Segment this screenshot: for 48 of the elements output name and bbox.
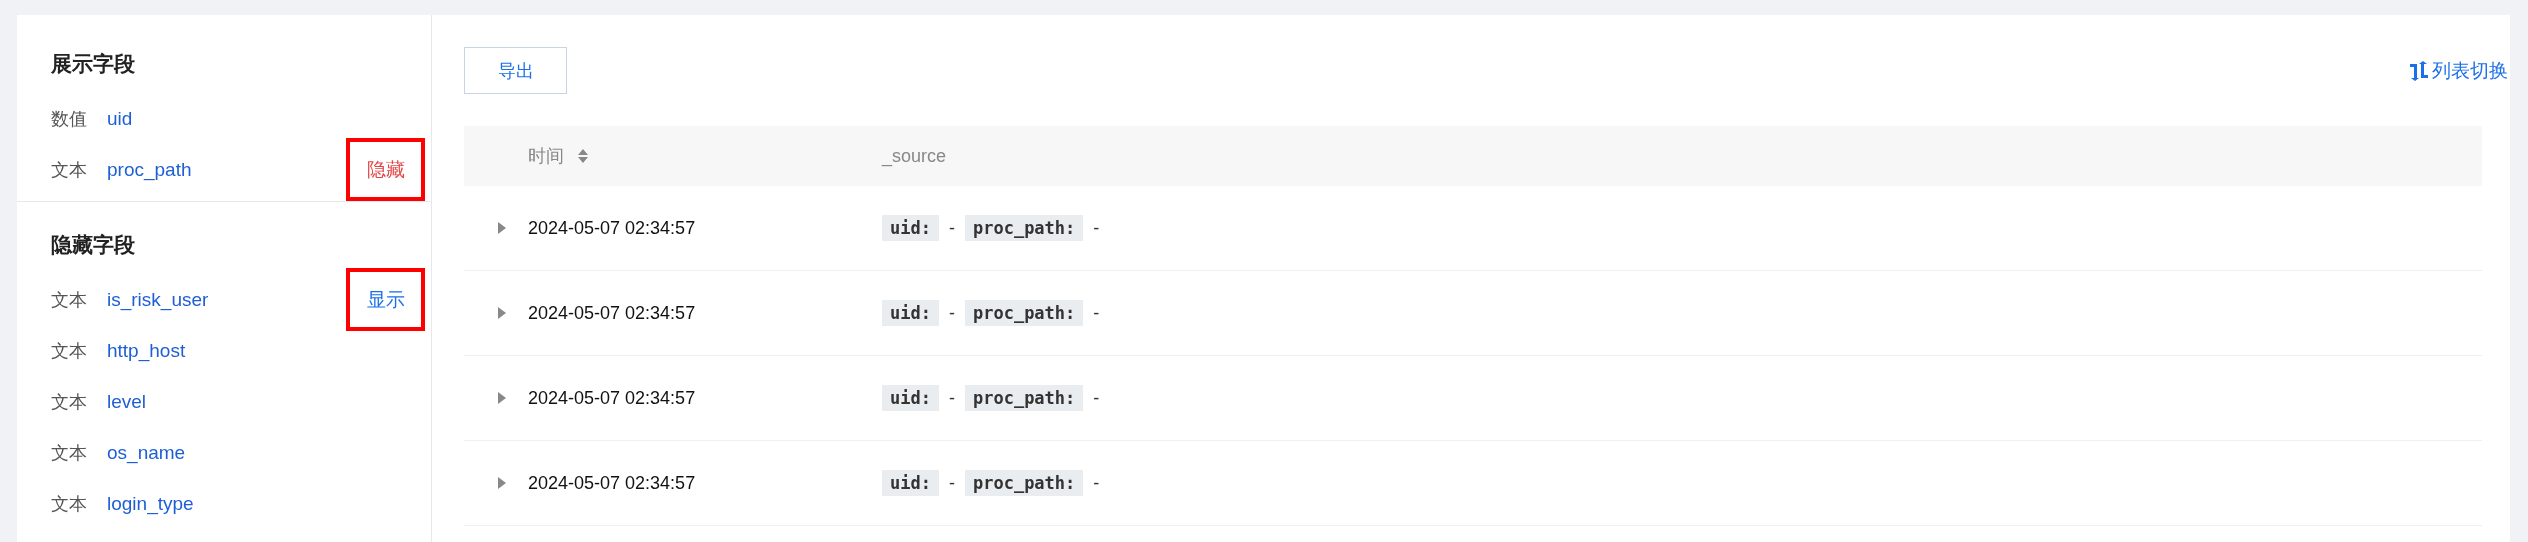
field-key: proc_path:	[964, 215, 1084, 241]
field-type: 文本	[51, 390, 88, 414]
field-value: -	[1093, 217, 1100, 239]
field-name[interactable]: proc_path	[107, 158, 346, 181]
field-type: 文本	[51, 339, 88, 363]
field-key: uid:	[882, 385, 939, 411]
show-button[interactable]: 显示	[346, 268, 425, 331]
field-value: -	[948, 217, 955, 239]
field-type: 文本	[51, 492, 88, 516]
expand-icon[interactable]	[498, 222, 506, 234]
expand-icon[interactable]	[498, 307, 506, 319]
view-toggle-button[interactable]: 列表切换	[2409, 57, 2508, 84]
time-cell: 2024-05-07 02:34:57	[528, 217, 696, 239]
field-key: uid:	[882, 470, 939, 496]
expand-icon[interactable]	[498, 477, 506, 489]
field-key: uid:	[882, 300, 939, 326]
field-key: proc_path:	[964, 385, 1084, 411]
section-title: 隐藏字段	[51, 232, 136, 258]
field-value: -	[948, 302, 955, 324]
time-cell: 2024-05-07 02:34:57	[528, 472, 696, 494]
field-name[interactable]: http_host	[107, 339, 425, 362]
section-title: 展示字段	[51, 51, 136, 77]
field-name[interactable]: os_name	[107, 441, 425, 464]
field-value: -	[1093, 472, 1100, 494]
field-value: -	[948, 387, 955, 409]
field-name[interactable]: uid	[107, 107, 425, 130]
field-value: -	[948, 472, 955, 494]
field-name[interactable]: login_type	[107, 492, 425, 515]
field-type: 文本	[51, 441, 88, 465]
field-name[interactable]: is_risk_user	[107, 288, 346, 311]
hide-button[interactable]: 隐藏	[346, 138, 425, 201]
field-key: proc_path:	[964, 300, 1084, 326]
field-key: proc_path:	[964, 470, 1084, 496]
field-type: 文本	[51, 158, 88, 182]
field-key: uid:	[882, 215, 939, 241]
expand-icon[interactable]	[498, 392, 506, 404]
field-name[interactable]: level	[107, 390, 425, 413]
export-button[interactable]: 导出	[464, 47, 567, 94]
field-type: 文本	[51, 288, 88, 312]
field-value: -	[1093, 387, 1100, 409]
time-cell: 2024-05-07 02:34:57	[528, 302, 696, 324]
swap-icon	[2409, 60, 2429, 81]
field-type: 数值	[51, 107, 88, 131]
column-header[interactable]: 时间	[528, 144, 564, 168]
time-cell: 2024-05-07 02:34:57	[528, 387, 696, 409]
field-value: -	[1093, 302, 1100, 324]
sort-icon[interactable]	[578, 149, 588, 163]
column-header: _source	[882, 145, 947, 167]
